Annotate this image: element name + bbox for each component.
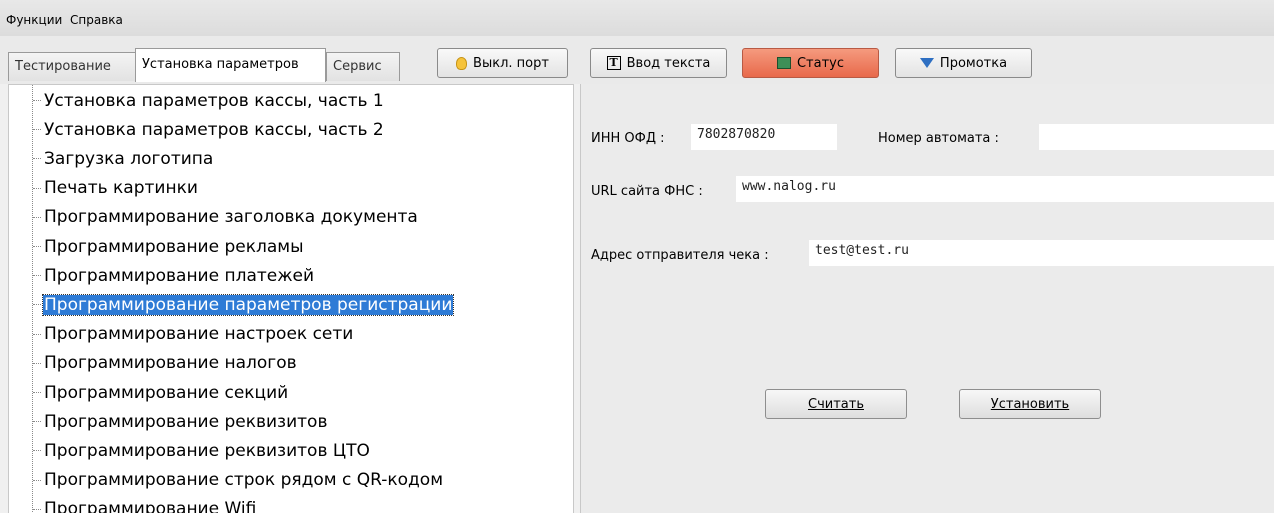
set-button[interactable]: Установить: [959, 389, 1101, 419]
tab-toolbar-row: Тестирование Установка параметров Сервис…: [0, 36, 1274, 84]
tree-item[interactable]: Программирование рекламы: [33, 232, 305, 261]
tree-item-label: Программирование реквизитов ЦТО: [44, 440, 370, 461]
tab-settings-label: Установка параметров: [142, 57, 299, 72]
fns-url-field[interactable]: www.nalog.ru: [736, 176, 1274, 202]
tree-item[interactable]: Установка параметров кассы, часть 2: [33, 115, 385, 144]
inn-ofd-field[interactable]: 7802870820: [691, 124, 837, 150]
settings-form-panel: ИНН ОФД : 7802870820 Номер автомата : UR…: [580, 84, 1274, 513]
menu-functions[interactable]: Функции: [6, 13, 62, 27]
tree-item-label: Программирование налогов: [44, 353, 297, 374]
tree-item-label: Программирование секций: [44, 382, 289, 403]
tree-item-label: Программирование настроек сети: [44, 324, 354, 345]
read-button-label: Считать: [808, 396, 864, 412]
tree-item[interactable]: Программирование реквизитов: [33, 407, 328, 436]
triangle-down-icon: [919, 58, 934, 68]
tree-item[interactable]: Загрузка логотипа: [33, 144, 214, 173]
menu-bar: Функции Справка: [0, 0, 1274, 36]
tree-connector: [33, 421, 41, 423]
tree-item-label: Установка параметров кассы, часть 1: [44, 90, 384, 111]
tree-item-label: Печать картинки: [44, 178, 198, 199]
sender-address-label: Адрес отправителя чека :: [591, 248, 769, 263]
tree-connector: [33, 450, 41, 452]
tree-item-label: Программирование Wifi: [44, 499, 257, 513]
tree-connector: [33, 100, 41, 101]
read-button[interactable]: Считать: [765, 389, 907, 419]
lightbulb-icon: [456, 56, 468, 70]
tree-item[interactable]: Программирование настроек сети: [33, 320, 354, 349]
tab-testing-label: Тестирование: [15, 59, 111, 74]
tree-item-label: Программирование параметров регистрации: [41, 293, 455, 316]
settings-tree[interactable]: Установка параметров кассы, часть 1 Устан…: [8, 84, 574, 513]
tree-item-label: Программирование строк рядом с QR-кодом: [44, 470, 444, 491]
inn-ofd-label: ИНН ОФД :: [591, 131, 665, 146]
tree-connector: [33, 129, 41, 131]
tree-item-label: Установка параметров кассы, часть 2: [44, 119, 384, 140]
tree-item-label: Загрузка логотипа: [44, 148, 214, 169]
tree-item[interactable]: Программирование строк рядом с QR-кодом: [33, 466, 444, 495]
text-input-label: Ввод текста: [626, 55, 711, 71]
tree-item-label: Программирование рекламы: [44, 236, 304, 257]
port-toggle-button[interactable]: Выкл. порт: [437, 48, 568, 78]
tree-item-label: Программирование платежей: [44, 265, 315, 286]
tree-item[interactable]: Программирование платежей: [33, 261, 315, 290]
tree-item-label: Программирование реквизитов: [44, 411, 328, 432]
tree-connector: [33, 158, 41, 160]
tree-item[interactable]: Печать картинки: [33, 174, 199, 203]
tree-item-label: Программирование заголовка документа: [44, 207, 418, 228]
tab-service[interactable]: Сервис: [326, 52, 400, 81]
tree-connector: [33, 392, 41, 393]
fns-url-label: URL сайта ФНС :: [591, 184, 703, 199]
menu-help[interactable]: Справка: [70, 13, 123, 27]
tab-settings[interactable]: Установка параметров: [135, 48, 326, 82]
tab-testing[interactable]: Тестирование: [8, 52, 136, 81]
tab-service-label: Сервис: [333, 59, 382, 74]
tree-connector: [33, 362, 41, 364]
set-button-label: Установить: [990, 396, 1070, 412]
tree-connector: [33, 216, 41, 218]
tree-item[interactable]: Программирование Wifi: [33, 495, 257, 513]
status-button[interactable]: Статус: [742, 48, 879, 78]
text-box-icon: T: [606, 56, 621, 70]
text-input-button[interactable]: T Ввод текста: [590, 48, 727, 78]
tree-connector: [33, 508, 41, 510]
port-toggle-label: Выкл. порт: [473, 55, 549, 71]
tree-item[interactable]: Программирование налогов: [33, 349, 298, 378]
tree-item[interactable]: Установка параметров кассы, часть 1: [33, 86, 385, 115]
status-label: Статус: [796, 55, 845, 71]
machine-number-label: Номер автомата :: [878, 131, 999, 146]
tree-connector: [33, 479, 41, 481]
tree-connector: [33, 246, 41, 247]
monitor-icon: [776, 57, 791, 69]
tree-item[interactable]: Программирование секций: [33, 378, 289, 407]
tree-connector: [33, 333, 41, 335]
tree-item[interactable]: Программирование заголовка документа: [33, 203, 419, 232]
scroll-button[interactable]: Промотка: [895, 48, 1032, 78]
sender-address-field[interactable]: test@test.ru: [809, 240, 1274, 266]
tree-connector: [33, 275, 41, 277]
tree-item[interactable]: Программирование реквизитов ЦТО: [33, 436, 371, 465]
tree-connector: [33, 187, 41, 189]
scroll-label: Промотка: [939, 55, 1008, 71]
tree-item[interactable]: Программирование параметров регистрации: [33, 290, 455, 319]
machine-number-field[interactable]: [1039, 124, 1274, 150]
tree-connector: [33, 304, 41, 306]
